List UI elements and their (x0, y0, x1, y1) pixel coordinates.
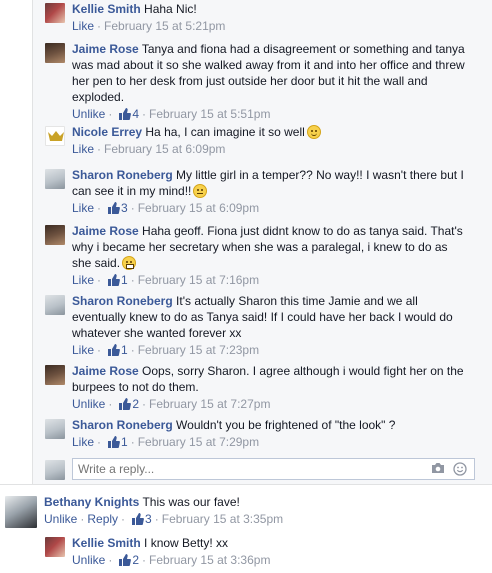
comment-kellie-1: Kellie Smith Haha Nic! Like · February 15 … (45, 1, 475, 34)
comment-jaime-3: Jaime Rose Oops, sorry Sharon. I agree a… (45, 363, 470, 414)
like-button[interactable]: Like (72, 201, 94, 215)
timestamp[interactable]: February 15 at 5:21pm (104, 19, 225, 33)
like-button[interactable]: Like (72, 273, 94, 287)
comment-meta: Like · 1 · February 15 at 7:29pm (72, 435, 475, 452)
unlike-button[interactable]: Unlike (44, 512, 77, 526)
avatar[interactable] (45, 365, 65, 385)
timestamp[interactable]: February 15 at 7:16pm (138, 273, 259, 287)
like-count[interactable]: 1 (121, 343, 128, 357)
comment-kellie-2: Kellie Smith I know Betty! xx Unlike · 2 · F… (45, 535, 475, 570)
timestamp[interactable]: February 15 at 6:09pm (104, 142, 225, 156)
comment-meta: Like · 1 · February 15 at 7:23pm (72, 343, 470, 360)
like-count[interactable]: 2 (132, 397, 139, 411)
timestamp[interactable]: February 15 at 7:27pm (149, 397, 270, 411)
comment-thread: Kellie Smith Haha Nic! Like · February 15 … (0, 0, 492, 573)
comment-sharon-3: Sharon Roneberg Wouldn't you be frighten… (45, 417, 475, 452)
avatar[interactable] (45, 295, 65, 315)
comment-meta: Unlike · 2 · February 15 at 7:27pm (72, 397, 470, 414)
author-name[interactable]: Bethany Knights (44, 495, 139, 509)
comment-jaime-1: Jaime Rose Tanya and fiona had a disagre… (45, 41, 470, 124)
comment-meta: Unlike · 4 · February 15 at 5:51pm (72, 107, 470, 124)
like-count[interactable]: 1 (121, 273, 128, 287)
avatar[interactable] (45, 169, 65, 189)
avatar[interactable] (45, 419, 65, 439)
like-button[interactable]: Like (72, 142, 94, 156)
comment-bethany-1: Bethany Knights This was our fave! Unlik… (5, 494, 475, 529)
avatar[interactable] (45, 126, 65, 146)
avatar[interactable] (5, 496, 37, 528)
author-name[interactable]: Kellie Smith (72, 536, 141, 550)
divider (0, 484, 492, 485)
author-name[interactable]: Sharon Roneberg (72, 294, 173, 308)
reply-button[interactable]: Reply (87, 512, 118, 526)
comment-sharon-2: Sharon Roneberg It's actually Sharon thi… (45, 293, 470, 360)
like-count[interactable]: 3 (121, 201, 128, 215)
comment-meta: Like · 3 · February 15 at 6:09pm (72, 201, 470, 218)
avatar (45, 460, 65, 480)
comment-meta: Unlike · 2 · February 15 at 3:36pm (72, 553, 475, 570)
timestamp[interactable]: February 15 at 5:51pm (149, 107, 270, 121)
comment-meta: Like · 1 · February 15 at 7:16pm (72, 273, 470, 290)
comment-text: This was our fave! (142, 495, 240, 509)
thumbs-up-icon (118, 554, 132, 570)
comment-meta: Unlike · Reply · 3 · February 15 at 3:35pm (44, 512, 475, 529)
thumbs-up-icon (131, 513, 144, 529)
like-button[interactable]: Like (72, 343, 94, 357)
like-count[interactable]: 4 (132, 107, 139, 121)
comment-meta: Like · February 15 at 5:21pm (72, 19, 226, 33)
thumbs-up-icon (107, 202, 120, 218)
comment-jaime-2: Jaime Rose Haha geoff. Fiona just didnt … (45, 223, 470, 290)
thumbs-up-icon (118, 398, 132, 414)
comment-text: I know Betty! xx (144, 536, 229, 550)
comment-meta: Like · February 15 at 6:09pm (72, 142, 226, 156)
like-count[interactable]: 3 (145, 512, 152, 526)
timestamp[interactable]: February 15 at 3:36pm (149, 553, 270, 567)
like-button[interactable]: Like (72, 435, 94, 449)
author-name[interactable]: Jaime Rose (72, 364, 139, 378)
author-name[interactable]: Sharon Roneberg (72, 418, 173, 432)
author-name[interactable]: Jaime Rose (72, 42, 139, 56)
timestamp[interactable]: February 15 at 7:29pm (138, 435, 259, 449)
unlike-button[interactable]: Unlike (72, 107, 105, 121)
like-button[interactable]: Like (72, 19, 94, 33)
thumbs-up-icon (107, 274, 120, 290)
author-name[interactable]: Sharon Roneberg (72, 168, 173, 182)
timestamp[interactable]: February 15 at 7:23pm (138, 343, 259, 357)
thumbs-up-icon (107, 344, 120, 360)
like-count[interactable]: 2 (132, 553, 139, 567)
comment-sharon-1: Sharon Roneberg My little girl in a temp… (45, 167, 470, 218)
avatar[interactable] (45, 3, 65, 23)
comment-nicole-1: Nicole Errey Ha ha, I can imagine it so … (45, 124, 475, 157)
comment-text: Haha Nic! (144, 2, 197, 16)
thumbs-up-icon (118, 108, 132, 124)
timestamp[interactable]: February 15 at 3:35pm (162, 512, 283, 526)
author-name[interactable]: Kellie Smith (72, 2, 141, 16)
unlike-button[interactable]: Unlike (72, 553, 105, 567)
author-name[interactable]: Jaime Rose (72, 224, 139, 238)
comment-text: Ha ha, I can imagine it so well (145, 125, 305, 139)
avatar[interactable] (45, 225, 65, 245)
unlike-button[interactable]: Unlike (72, 397, 105, 411)
thumbs-up-icon (107, 436, 120, 452)
avatar[interactable] (45, 537, 65, 557)
timestamp[interactable]: February 15 at 6:09pm (138, 201, 259, 215)
author-name[interactable]: Nicole Errey (72, 125, 142, 139)
reply-composer (45, 458, 475, 480)
emoji-icon[interactable] (453, 462, 467, 479)
comment-text: Wouldn't you be frightened of "the look"… (176, 418, 396, 432)
grimace-emoji-icon (122, 256, 137, 270)
reply-input[interactable] (72, 458, 475, 480)
avatar[interactable] (45, 43, 65, 63)
camera-icon[interactable] (431, 462, 445, 477)
like-count[interactable]: 1 (121, 435, 128, 449)
smile-emoji-icon (306, 125, 321, 139)
neutral-emoji-icon (193, 184, 208, 198)
